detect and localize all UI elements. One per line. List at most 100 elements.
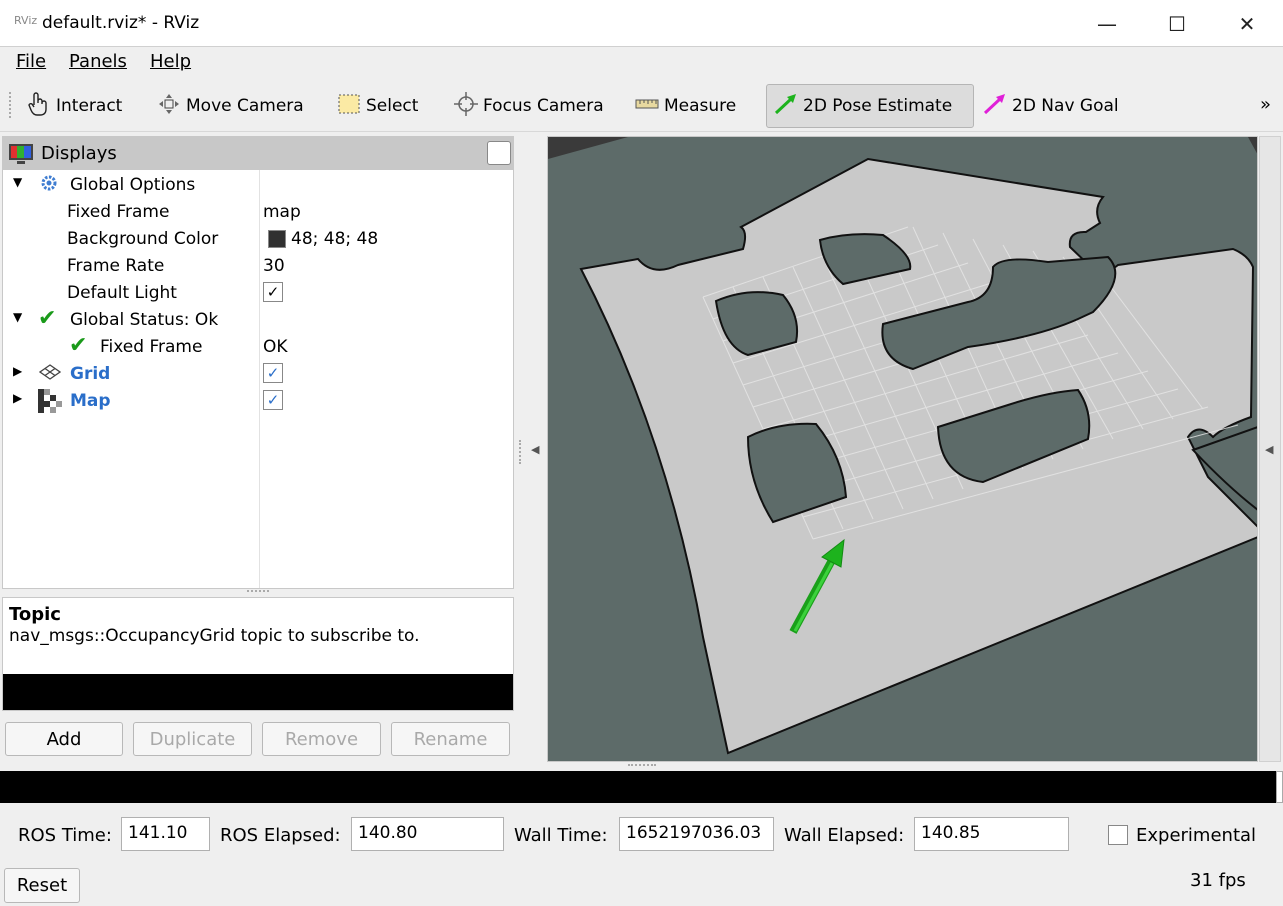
- tool-interact-label: Interact: [56, 96, 123, 116]
- select-box-icon: [336, 91, 362, 122]
- close-icon[interactable]: ✕: [1212, 0, 1282, 47]
- default-light-label: Default Light: [67, 283, 177, 303]
- maximize-icon[interactable]: ☐: [1142, 0, 1212, 47]
- menu-file[interactable]: File: [16, 51, 46, 72]
- status-fixed-frame-value: OK: [263, 337, 288, 357]
- fixed-frame-value[interactable]: map: [263, 202, 301, 222]
- displays-title: Displays: [41, 143, 117, 164]
- checkmark-icon: ✔: [38, 306, 57, 331]
- experimental-label: Experimental: [1136, 825, 1257, 846]
- tree-row-default-light[interactable]: Default Light ✓: [3, 279, 513, 306]
- magenta-arrow-icon: [982, 91, 1008, 122]
- collapse-right-arrow-icon[interactable]: ◀: [1265, 443, 1273, 456]
- splitter-handle[interactable]: [247, 590, 269, 594]
- background-color-value[interactable]: 48; 48; 48: [291, 229, 378, 249]
- global-options-label: Global Options: [70, 175, 196, 195]
- status-bar-black: [0, 771, 1276, 803]
- tool-2d-pose-estimate-label: 2D Pose Estimate: [803, 96, 953, 116]
- ruler-icon: [634, 91, 660, 122]
- tree-row-grid[interactable]: ▶ Grid ✓: [3, 360, 513, 387]
- topic-title: Topic: [9, 604, 61, 625]
- map-label: Map: [70, 391, 111, 411]
- expand-arrow-icon[interactable]: ▶: [13, 364, 22, 378]
- tool-2d-pose-estimate[interactable]: 2D Pose Estimate: [766, 84, 974, 128]
- tree-row-global-status[interactable]: ▼ ✔ Global Status: Ok: [3, 306, 513, 333]
- collapse-left-arrow-icon[interactable]: ◀: [531, 443, 539, 456]
- checkmark-icon: ✔: [69, 333, 88, 358]
- wall-time-label: Wall Time:: [514, 825, 608, 846]
- tool-focus-camera[interactable]: Focus Camera: [447, 84, 610, 128]
- map-render: [548, 137, 1257, 761]
- tool-focus-camera-label: Focus Camera: [483, 96, 604, 116]
- grid-label: Grid: [70, 364, 111, 384]
- status-fixed-frame-label: Fixed Frame: [100, 337, 203, 357]
- background-color-label: Background Color: [67, 229, 219, 249]
- rename-button[interactable]: Rename: [391, 722, 510, 756]
- minimize-icon[interactable]: —: [1072, 0, 1142, 47]
- ros-elapsed-label: ROS Elapsed:: [220, 825, 341, 846]
- wall-time-field[interactable]: 1652197036.03: [619, 817, 774, 851]
- toolbar-overflow-button[interactable]: »: [1260, 94, 1271, 115]
- tool-measure[interactable]: Measure: [628, 84, 742, 128]
- collapse-arrow-icon[interactable]: ▼: [13, 310, 22, 324]
- tool-select[interactable]: Select: [330, 84, 424, 128]
- tool-2d-nav-goal-label: 2D Nav Goal: [1012, 96, 1119, 116]
- tree-row-fixed-frame[interactable]: Fixed Frame map: [3, 198, 513, 225]
- displays-panel: Displays ▼ Global Options Fixed Frame ma…: [2, 136, 514, 589]
- tool-move-camera-label: Move Camera: [186, 96, 304, 116]
- tree-row-map[interactable]: ▶ Map ✓: [3, 387, 513, 414]
- green-arrow-icon: [773, 91, 799, 122]
- fixed-frame-label: Fixed Frame: [67, 202, 170, 222]
- horizontal-splitter[interactable]: [628, 764, 656, 767]
- tool-move-camera[interactable]: Move Camera: [150, 84, 310, 128]
- tree-row-global-options[interactable]: ▼ Global Options: [3, 171, 513, 198]
- vertical-splitter[interactable]: [519, 440, 522, 464]
- displays-float-toggle[interactable]: [487, 141, 511, 165]
- remove-button[interactable]: Remove: [262, 722, 381, 756]
- frame-rate-label: Frame Rate: [67, 256, 165, 276]
- ros-time-field[interactable]: 141.10: [121, 817, 210, 851]
- tree-row-background-color[interactable]: Background Color 48; 48; 48: [3, 225, 513, 252]
- grid-checkbox[interactable]: ✓: [263, 363, 283, 383]
- fps-readout: 31 fps: [1190, 870, 1246, 891]
- map-checkbox[interactable]: ✓: [263, 390, 283, 410]
- experimental-checkbox[interactable]: [1108, 825, 1128, 845]
- ros-time-label: ROS Time:: [18, 825, 112, 846]
- add-button[interactable]: Add: [5, 722, 123, 756]
- menu-panels[interactable]: Panels: [69, 51, 127, 72]
- rviz-app-icon: RViz: [14, 14, 38, 27]
- collapse-arrow-icon[interactable]: ▼: [13, 175, 22, 189]
- tool-select-label: Select: [366, 96, 419, 116]
- crosshair-icon: [453, 91, 479, 122]
- title-bar: RViz default.rviz* - RViz — ☐ ✕: [0, 0, 1283, 47]
- color-swatch[interactable]: [268, 230, 286, 248]
- expand-arrow-icon[interactable]: ▶: [13, 391, 22, 405]
- tool-interact[interactable]: Interact: [20, 84, 128, 128]
- description-black-bar: [3, 674, 513, 710]
- render-viewport[interactable]: [547, 136, 1258, 762]
- property-description-panel: Topic nav_msgs::OccupancyGrid topic to s…: [2, 597, 514, 711]
- gear-icon: [39, 173, 59, 198]
- move-camera-icon: [156, 91, 182, 122]
- status-bar-edge: [1276, 771, 1283, 803]
- menu-help[interactable]: Help: [150, 51, 191, 72]
- tree-row-status-fixed-frame[interactable]: ✔ Fixed Frame OK: [3, 333, 513, 360]
- toolbar-grip[interactable]: [9, 92, 12, 118]
- wall-elapsed-field[interactable]: 140.85: [914, 817, 1069, 851]
- tool-2d-nav-goal[interactable]: 2D Nav Goal: [976, 84, 1125, 128]
- tree-row-frame-rate[interactable]: Frame Rate 30: [3, 252, 513, 279]
- monitor-icon: [8, 142, 34, 171]
- displays-header: Displays: [3, 137, 513, 170]
- global-status-label: Global Status: Ok: [70, 310, 219, 330]
- menu-bar: File Panels Help: [0, 47, 1283, 77]
- default-light-checkbox[interactable]: ✓: [263, 282, 283, 302]
- duplicate-button[interactable]: Duplicate: [133, 722, 252, 756]
- toolbar: Interact Move Camera Select Focus Camera…: [0, 78, 1283, 132]
- window-title: default.rviz* - RViz: [42, 13, 200, 33]
- frame-rate-value[interactable]: 30: [263, 256, 285, 276]
- grid-icon: [38, 364, 62, 385]
- wall-elapsed-label: Wall Elapsed:: [784, 825, 905, 846]
- ros-elapsed-field[interactable]: 140.80: [351, 817, 504, 851]
- hand-pointer-icon: [26, 91, 52, 122]
- reset-button[interactable]: Reset: [4, 868, 80, 903]
